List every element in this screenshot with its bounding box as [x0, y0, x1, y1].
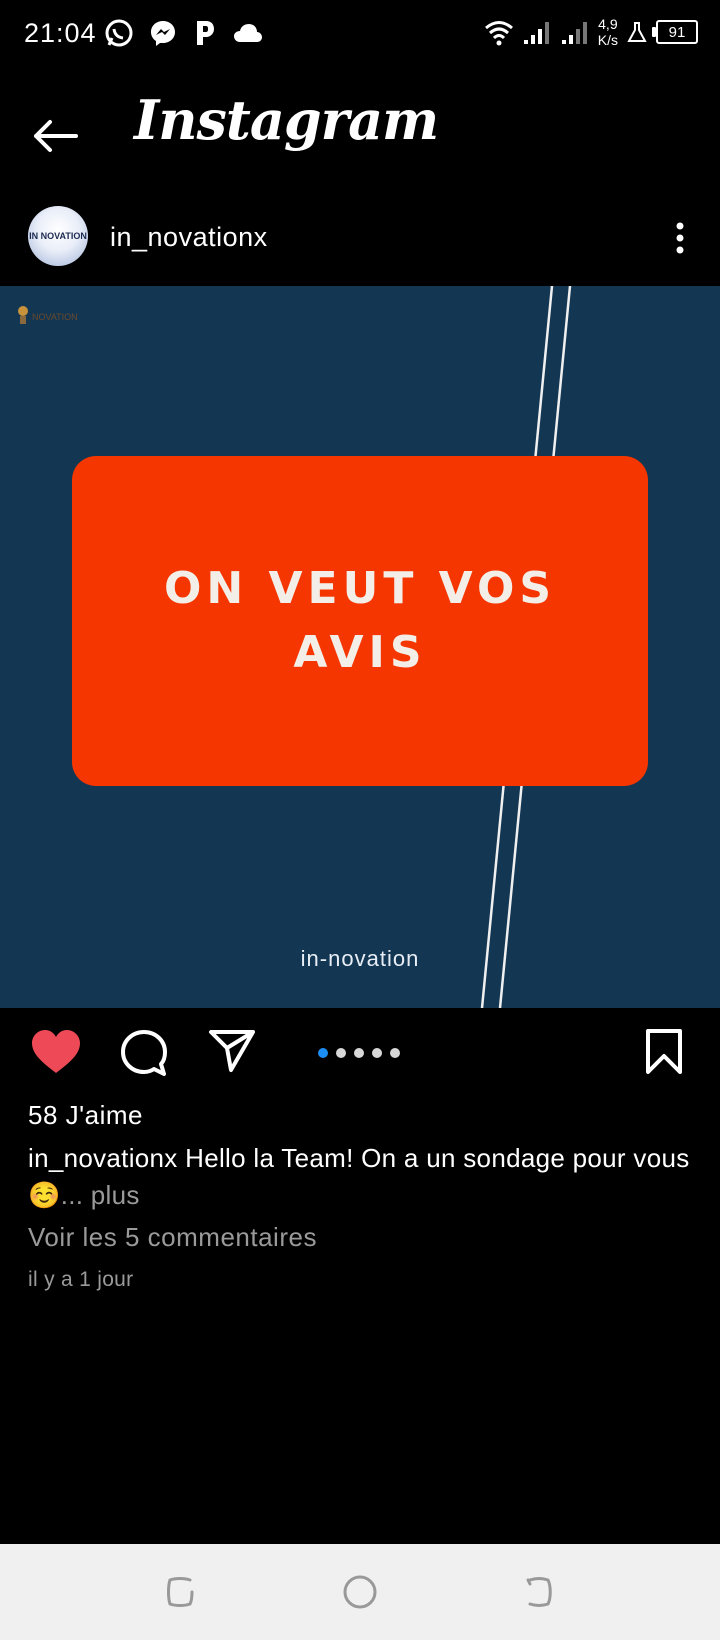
post-header: IN NOVATION in_novationx: [0, 192, 720, 286]
recent-apps-icon[interactable]: [158, 1570, 202, 1614]
heart-icon[interactable]: [30, 1028, 82, 1076]
carousel-dot: [390, 1048, 400, 1058]
back-arrow-icon[interactable]: [28, 108, 84, 164]
headline-card: ON VEUT VOS AVIS: [72, 456, 648, 786]
system-nav-bar: [0, 1544, 720, 1640]
post-actions: [0, 1008, 720, 1100]
battery-indicator: 91: [652, 20, 698, 44]
home-icon[interactable]: [338, 1570, 382, 1614]
comment-icon[interactable]: [118, 1028, 170, 1080]
carousel-indicator: [318, 1048, 400, 1058]
caption-username[interactable]: in_novationx: [28, 1143, 178, 1173]
likes-count[interactable]: 58 J'aime: [28, 1100, 143, 1131]
wifi-icon: [484, 21, 513, 46]
carousel-dot-active: [318, 1048, 328, 1058]
messenger-icon: [151, 21, 175, 46]
p-app-icon: [197, 21, 214, 45]
headline-text: ON VEUT VOS AVIS: [163, 563, 557, 678]
back-nav-icon[interactable]: [518, 1570, 562, 1614]
carousel-dot: [354, 1048, 364, 1058]
whatsapp-icon: [105, 19, 133, 47]
network-speed: 4,9 K/s: [597, 16, 618, 48]
avatar-logo-text: IN NOVATION: [29, 231, 87, 241]
app-logo: Instagram: [134, 88, 439, 152]
bookmark-icon[interactable]: [644, 1028, 684, 1076]
cloud-icon: [234, 24, 262, 42]
view-comments-link[interactable]: Voir les 5 commentaires: [28, 1222, 317, 1253]
status-bar: 21:04 4,9 K/s 91: [0, 0, 720, 74]
signal-1-icon: [523, 22, 549, 44]
flask-icon: [627, 22, 647, 42]
status-time: 21:04: [24, 18, 97, 48]
app-bar: Instagram: [0, 74, 720, 192]
signal-2-icon: [561, 22, 587, 44]
system-icons: 4,9 K/s 91: [484, 16, 698, 48]
post-timestamp: il y a 1 jour: [28, 1268, 134, 1291]
lightbulb-icon: [18, 306, 28, 324]
post-username[interactable]: in_novationx: [110, 222, 268, 253]
carousel-dot: [336, 1048, 346, 1058]
carousel-dot: [372, 1048, 382, 1058]
share-icon[interactable]: [208, 1028, 256, 1074]
image-footer-text: in-novation: [300, 946, 420, 971]
notification-icons: [104, 18, 264, 48]
brand-watermark: NOVATION: [16, 304, 78, 330]
post-image[interactable]: NOVATION ON VEUT VOS AVIS in-novation: [0, 286, 720, 1008]
more-options-icon[interactable]: [668, 218, 692, 258]
post-caption: in_novationx Hello la Team! On a un sond…: [28, 1140, 692, 1214]
caption-more-link[interactable]: ... plus: [61, 1180, 140, 1210]
avatar[interactable]: IN NOVATION: [28, 206, 88, 266]
